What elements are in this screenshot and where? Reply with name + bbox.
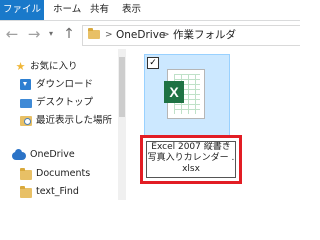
breadcrumb-onedrive[interactable]: OneDrive [116,26,165,45]
recent-places-icon [20,116,32,126]
nav-item-label: デスクトップ [36,97,94,108]
cloud-icon [12,149,26,160]
recent-locations-chevron-icon[interactable]: ▾ [46,25,56,43]
up-arrow-icon[interactable]: ↑ [60,25,78,43]
file-item-selected[interactable]: ✓ X [144,54,230,138]
filename-highlight-box: Excel 2007 縦書き 写真入りカレンダー .xlsx [140,135,242,184]
nav-item-label: Documents [36,168,91,179]
nav-item-label: お気に入り [30,61,78,72]
tab-view[interactable]: 表示 [122,0,141,20]
ribbon-tabs: ファイル ホーム 共有 表示 [0,0,300,21]
nav-item-label: ダウンロード [36,79,94,90]
breadcrumb-separator-icon[interactable]: > [162,27,170,44]
tab-share[interactable]: 共有 [90,0,109,20]
nav-item-label: text_Find [36,186,79,197]
file-explorer-window: ファイル ホーム 共有 表示 ← → ▾ ↑ > OneDrive > 作業フォ… [0,0,300,200]
item-checkbox[interactable]: ✓ [147,57,159,69]
folder-icon [88,28,100,39]
tab-file[interactable]: ファイル [0,0,44,20]
filename-rename-field[interactable]: Excel 2007 縦書き 写真入りカレンダー .xlsx [146,141,236,178]
desktop-icon [20,99,32,108]
nav-item-label: OneDrive [30,149,75,160]
breadcrumb-work-folder[interactable]: 作業フォルダ [173,26,236,45]
excel-badge-icon: X [164,81,184,103]
address-bar[interactable]: > OneDrive > 作業フォルダ [82,25,300,46]
star-icon: ★ [15,60,26,73]
address-row: ← → ▾ ↑ > OneDrive > 作業フォルダ [0,21,300,48]
back-arrow-icon[interactable]: ← [3,25,21,43]
breadcrumb-separator-icon[interactable]: > [105,27,113,44]
navigation-pane-scrollbar[interactable] [118,49,126,200]
excel-file-icon: X [164,69,205,119]
download-icon [20,79,31,90]
tab-home[interactable]: ホーム [53,0,81,20]
folder-icon [20,186,32,198]
navigation-pane: ★ お気に入り ダウンロード デスクトップ 最近表示した場所 OneDrive … [0,49,118,200]
forward-arrow-icon[interactable]: → [25,25,43,43]
nav-item-label: 最近表示した場所 [36,115,113,126]
folder-icon [20,168,32,180]
scrollbar-thumb[interactable] [119,57,125,117]
file-content-area: ✓ X Excel 2007 縦書き 写真入りカレンダー .xlsx [126,49,300,200]
